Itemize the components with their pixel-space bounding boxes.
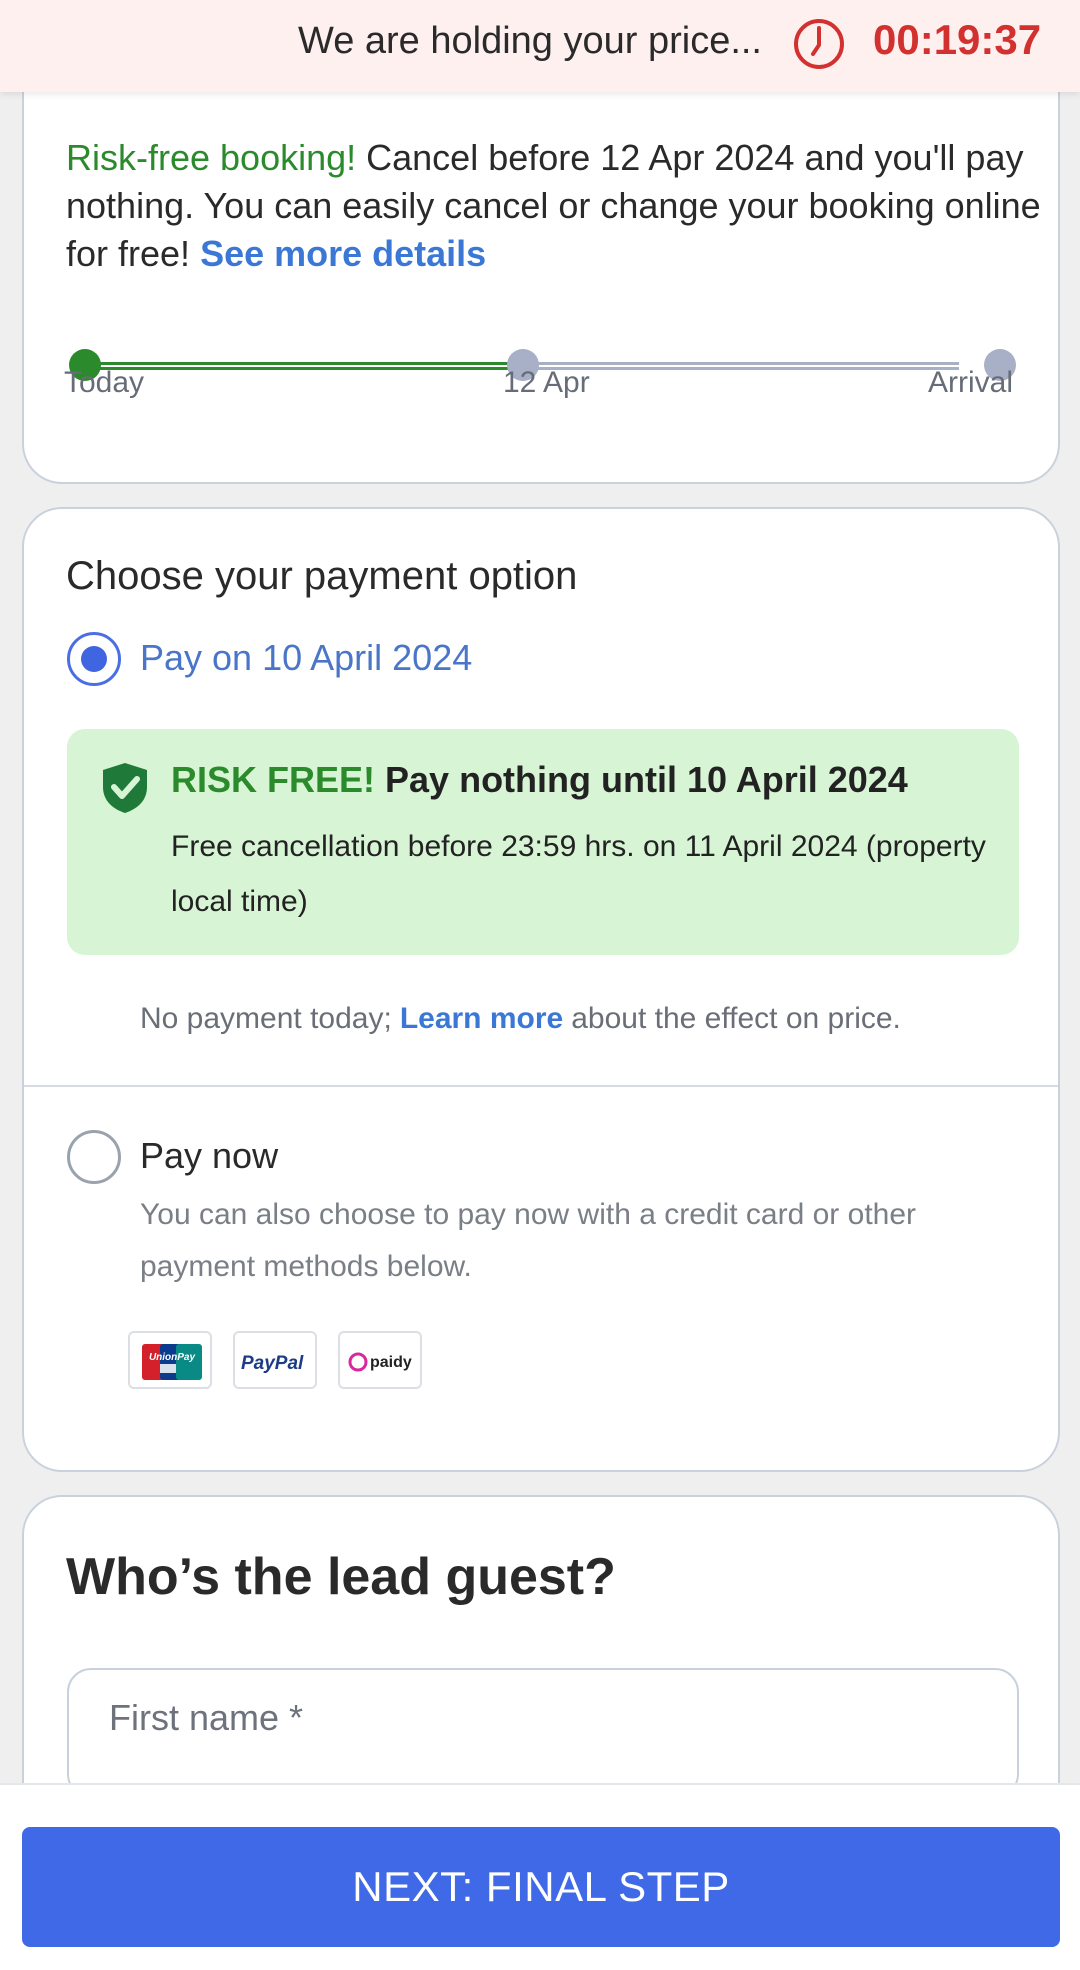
pay-now-description: You can also choose to pay now with a cr… bbox=[140, 1198, 917, 1283]
booking-page: We are holding your price... 00:19:37 Ri… bbox=[0, 0, 1080, 1970]
price-hold-text: We are holding your price... bbox=[298, 20, 762, 62]
bottom-action-bar: NEXT: FINAL STEP bbox=[0, 1783, 1080, 1970]
risk-free-card: Risk-free booking! Cancel before 12 Apr … bbox=[22, 40, 1060, 484]
paypal-logo: PayPal bbox=[233, 1331, 317, 1389]
paidy-logo: paidy bbox=[338, 1331, 422, 1389]
pay-now-radio[interactable] bbox=[67, 1130, 121, 1184]
risk-free-highlight: Risk-free booking! bbox=[66, 137, 357, 178]
shield-check-icon bbox=[103, 763, 147, 813]
pay-later-radio[interactable] bbox=[67, 632, 121, 686]
timeline-free-segment bbox=[100, 362, 518, 370]
countdown-timer: 00:19:37 bbox=[873, 16, 1042, 63]
svg-text:PayPal: PayPal bbox=[241, 1353, 304, 1374]
option-divider bbox=[24, 1085, 1058, 1087]
clock-icon bbox=[794, 19, 844, 69]
timeline-pending-segment bbox=[538, 362, 959, 370]
no-payment-text: No payment today; bbox=[140, 1002, 392, 1035]
risk-free-info-box: RISK FREE! Pay nothing until 10 April 20… bbox=[67, 729, 1019, 955]
next-final-step-button[interactable]: NEXT: FINAL STEP bbox=[22, 1827, 1060, 1947]
svg-text:UnionPay: UnionPay bbox=[149, 1352, 196, 1363]
risk-free-box-title: RISK FREE! Pay nothing until 10 April 20… bbox=[171, 759, 908, 801]
free-cancellation-text: Free cancellation before 23:59 hrs. on 1… bbox=[171, 830, 986, 918]
pay-now-label[interactable]: Pay now bbox=[140, 1135, 278, 1177]
timeline-label-deadline: 12 Apr bbox=[503, 366, 590, 399]
svg-text:paidy: paidy bbox=[370, 1354, 412, 1371]
learn-more-link[interactable]: Learn more bbox=[400, 1002, 563, 1035]
pay-nothing-until: Pay nothing until 10 April 2024 bbox=[375, 759, 908, 800]
first-name-input[interactable] bbox=[67, 1668, 1019, 1798]
timeline-label-arrival: Arrival bbox=[928, 366, 1014, 399]
price-hold-bar: We are holding your price... 00:19:37 bbox=[0, 0, 1080, 92]
timeline-label-today: Today bbox=[64, 366, 145, 399]
no-payment-note: No payment today; Learn more about the eff… bbox=[140, 1002, 901, 1036]
unionpay-logo: UnionPay bbox=[128, 1331, 212, 1389]
payment-option-card: Choose your payment option Pay on 10 Apr… bbox=[22, 507, 1060, 1472]
payment-option-title: Choose your payment option bbox=[66, 554, 578, 598]
lead-guest-title: Who’s the lead guest? bbox=[66, 1548, 616, 1606]
risk-free-message: Risk-free booking! Cancel before 12 Apr … bbox=[66, 134, 1046, 278]
risk-free-badge: RISK FREE! bbox=[171, 759, 376, 800]
pay-later-label[interactable]: Pay on 10 April 2024 bbox=[140, 637, 472, 679]
see-more-details-link[interactable]: See more details bbox=[200, 233, 486, 274]
price-effect-text: about the effect on price. bbox=[571, 1002, 901, 1035]
